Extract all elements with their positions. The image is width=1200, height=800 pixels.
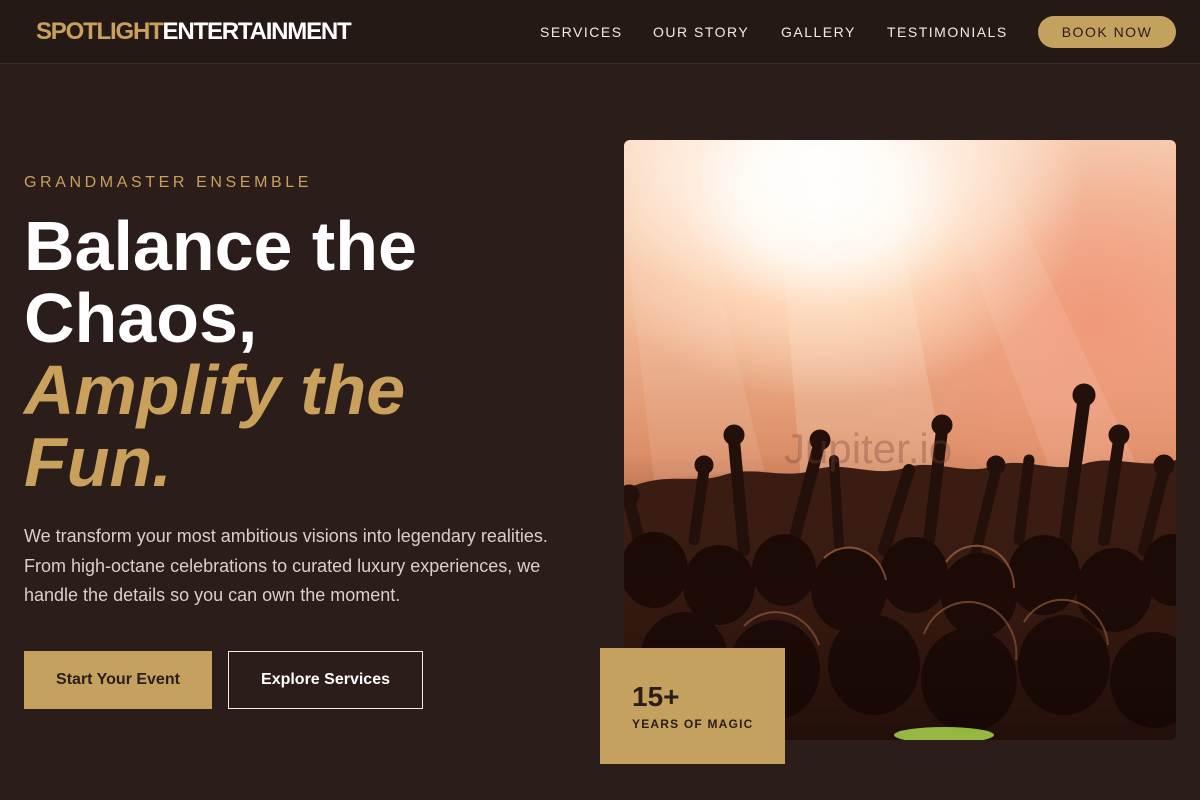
top-navigation: SPOTLIGHTENTERTAINMENT SERVICES OUR STOR… — [0, 0, 1200, 64]
badge-number: 15+ — [632, 681, 680, 712]
hero-eyebrow: GRANDMASTER ENSEMBLE — [24, 174, 313, 191]
nav-link-testimonials[interactable]: TESTIMONIALS — [887, 24, 1008, 40]
brand-name-part2: ENTERTAINMENT — [162, 18, 352, 45]
book-now-button[interactable]: BOOK NOW — [1038, 16, 1176, 48]
headline-line-1: Balance the — [24, 207, 417, 285]
years-experience-badge: 15+ YEARS OF MAGIC — [600, 648, 785, 764]
image-watermark: Jupiter.io — [784, 425, 953, 472]
headline-accent-line-1: Amplify the — [24, 351, 406, 429]
brand-name-part1: SPOTLIGHT — [36, 18, 164, 45]
explore-services-button[interactable]: Explore Services — [228, 651, 423, 709]
hero-description: We transform your most ambitious visions… — [24, 526, 548, 605]
start-your-event-button[interactable]: Start Your Event — [24, 651, 212, 709]
nav-link-gallery[interactable]: GALLERY — [781, 24, 856, 40]
nav-link-our-story[interactable]: OUR STORY — [653, 24, 749, 40]
nav-link-services[interactable]: SERVICES — [540, 24, 623, 40]
headline-accent-line-2: Fun. — [24, 423, 172, 501]
brand-logo[interactable]: SPOTLIGHTENTERTAINMENT — [36, 18, 352, 46]
headline-line-2: Chaos, — [24, 279, 258, 357]
hero-headline: Balance the Chaos, Amplify the Fun. — [24, 210, 584, 498]
badge-label: YEARS OF MAGIC — [632, 717, 754, 731]
